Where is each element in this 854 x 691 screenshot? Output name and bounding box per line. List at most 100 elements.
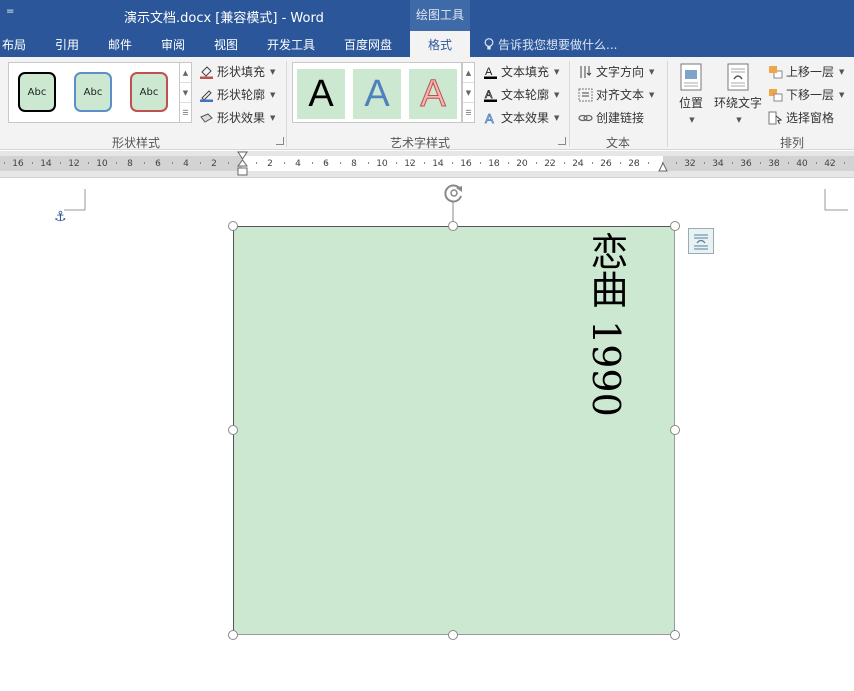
layout-options-button[interactable] (688, 228, 714, 254)
tab-references[interactable]: 引用 (55, 36, 79, 53)
wordart-dialog-launcher-icon[interactable] (558, 137, 566, 145)
shape-effects-icon (199, 111, 214, 125)
gallery-down-icon[interactable]: ▼ (463, 83, 474, 103)
resize-handle-right[interactable] (670, 425, 680, 435)
ruler-minor-tick (564, 162, 565, 164)
tell-me-search[interactable]: 告诉我您想要做什么... (484, 36, 617, 53)
shape-styles-gallery: Abc Abc Abc (8, 62, 180, 123)
horizontal-ruler[interactable]: 1614121086422468101214161820222426283234… (0, 151, 854, 178)
wrap-text-button[interactable]: 环绕文字 ▼ (712, 63, 764, 125)
align-text-button[interactable]: 对齐文本 ▼ (578, 86, 654, 103)
wordart-style-blue[interactable]: A (353, 69, 401, 119)
shape-fill-button[interactable]: 形状填充 ▼ (199, 63, 275, 80)
resize-handle-bottom-left[interactable] (228, 630, 238, 640)
position-button[interactable]: 位置 ▼ (676, 63, 706, 125)
shape-style-blue-outline[interactable]: Abc (74, 72, 112, 112)
ruler-minor-tick (74, 162, 75, 164)
svg-text:A: A (485, 66, 493, 78)
ruler-minor-tick (704, 162, 705, 164)
ruler-minor-tick (88, 162, 89, 164)
wordart-style-black[interactable]: A (297, 69, 345, 119)
ruler-minor-tick (802, 162, 803, 164)
ruler-minor-tick (172, 162, 173, 164)
resize-handle-bottom-right[interactable] (670, 630, 680, 640)
ruler-minor-tick (606, 162, 607, 164)
shape-outline-button[interactable]: 形状轮廓 ▼ (199, 86, 275, 103)
resize-handle-top[interactable] (448, 221, 458, 231)
shape-effects-button[interactable]: 形状效果 ▼ (199, 109, 275, 126)
ribbon-tab-row: 布局 引用 邮件 审阅 视图 开发工具 百度网盘 格式 告诉我您想要做什么... (0, 31, 854, 58)
ruler-minor-tick (774, 162, 775, 164)
text-direction-button[interactable]: 文字方向 ▼ (578, 63, 654, 80)
send-backward-button[interactable]: 下移一层 ▼ (768, 86, 844, 103)
bring-forward-icon (768, 65, 783, 79)
group-label-wordart-styles: 艺术字样式 (390, 136, 451, 150)
gallery-more-icon[interactable]: ☰ (463, 103, 474, 123)
rotate-handle-icon[interactable] (441, 180, 467, 206)
ruler-minor-tick (186, 162, 187, 164)
ruler-minor-tick (522, 162, 523, 164)
text-outline-icon: A (483, 88, 498, 102)
resize-handle-top-right[interactable] (670, 221, 680, 231)
tab-developer[interactable]: 开发工具 (267, 36, 315, 53)
ruler-minor-tick (144, 162, 145, 164)
shape-styles-gallery-scroll[interactable]: ▲ ▼ ☰ (179, 62, 192, 123)
ruler-minor-tick (480, 162, 481, 164)
bring-forward-button[interactable]: 上移一层 ▼ (768, 63, 844, 80)
text-effects-button[interactable]: A 文本效果 ▼ (483, 109, 560, 126)
tab-review[interactable]: 审阅 (161, 36, 185, 53)
ruler-minor-tick (690, 162, 691, 164)
text-fill-button[interactable]: A 文本填充 ▼ (483, 63, 559, 80)
ruler-minor-tick (424, 162, 425, 164)
ruler-minor-tick (508, 162, 509, 164)
shape-style-red-outline[interactable]: Abc (130, 72, 168, 112)
quick-access-toolbar-menu[interactable]: = (6, 6, 14, 17)
drawing-tools-context-label: 绘图工具 (410, 0, 470, 31)
tab-view[interactable]: 视图 (214, 36, 238, 53)
group-label-text: 文本 (606, 136, 631, 150)
tab-format[interactable]: 格式 (410, 31, 470, 58)
svg-text:A: A (485, 111, 494, 125)
ruler-minor-tick (844, 162, 845, 164)
gallery-down-icon[interactable]: ▼ (180, 83, 191, 103)
ruler-minor-tick (592, 162, 593, 164)
chevron-down-icon: ▼ (270, 67, 276, 76)
gallery-up-icon[interactable]: ▲ (463, 63, 474, 83)
wordart-style-pink-outline[interactable]: A (409, 69, 457, 119)
ruler-minor-tick (18, 162, 19, 164)
gallery-more-icon[interactable]: ☰ (180, 103, 191, 123)
create-link-button[interactable]: 创建链接 (578, 109, 644, 126)
text-outline-button[interactable]: A 文本轮廓 ▼ (483, 86, 559, 103)
ruler-minor-tick (410, 162, 411, 164)
gallery-up-icon[interactable]: ▲ (180, 63, 191, 83)
ruler-minor-tick (326, 162, 327, 164)
shape-styles-dialog-launcher-icon[interactable] (276, 137, 284, 145)
ruler-minor-tick (340, 162, 341, 164)
align-text-icon (578, 88, 593, 102)
group-divider (286, 61, 287, 147)
page-corner-mark-left (64, 189, 86, 211)
resize-handle-top-left[interactable] (228, 221, 238, 231)
ruler-minor-tick (718, 162, 719, 164)
ribbon: Abc Abc Abc ▲ ▼ ☰ 形状填充 ▼ 形状轮廓 ▼ 形状效果 ▼ 形状样式… (0, 57, 854, 150)
tab-baidu-netdisk[interactable]: 百度网盘 (344, 36, 392, 53)
ruler-minor-tick (760, 162, 761, 164)
ruler-minor-tick (732, 162, 733, 164)
resize-handle-bottom[interactable] (448, 630, 458, 640)
tell-me-text: 告诉我您想要做什么... (498, 38, 618, 52)
anchor-icon[interactable]: ⚓ (54, 209, 67, 225)
tab-layout[interactable]: 布局 (2, 36, 26, 53)
wordart-gallery-scroll[interactable]: ▲ ▼ ☰ (462, 62, 475, 123)
text-box-content[interactable]: 恋曲 1990 (578, 232, 634, 417)
group-divider (667, 61, 668, 147)
chevron-down-icon: ▼ (554, 67, 560, 76)
ruler-ticks: 1614121086422468101214161820222426283234… (4, 151, 845, 176)
shape-style-black-outline[interactable]: Abc (18, 72, 56, 112)
ruler-minor-tick (130, 162, 131, 164)
tab-mailings[interactable]: 邮件 (108, 36, 132, 53)
ruler-minor-tick (648, 162, 649, 164)
resize-handle-left[interactable] (228, 425, 238, 435)
ruler-minor-tick (60, 162, 61, 164)
selection-pane-button[interactable]: 选择窗格 (768, 109, 834, 126)
ruler-minor-tick (284, 162, 285, 164)
